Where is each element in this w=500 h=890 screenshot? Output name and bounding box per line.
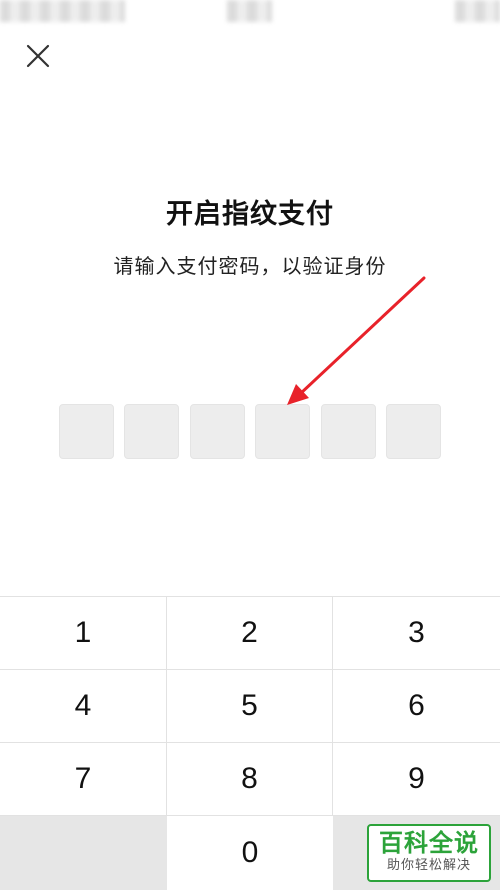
key-0[interactable]: 0 (167, 816, 333, 890)
close-button[interactable] (22, 40, 54, 72)
pin-digit-box[interactable] (255, 404, 310, 459)
key-label: 5 (241, 689, 258, 722)
key-2[interactable]: 2 (167, 597, 333, 670)
key-label: 4 (74, 689, 92, 722)
key-label: 3 (408, 616, 425, 649)
key-4[interactable]: 4 (0, 670, 167, 743)
key-6[interactable]: 6 (333, 670, 500, 743)
watermark-main-text: 百科全说 (379, 829, 479, 857)
pin-digit-box[interactable] (59, 404, 114, 459)
key-1[interactable]: 1 (0, 597, 167, 670)
pin-digit-box[interactable] (386, 404, 441, 459)
key-label: 2 (241, 616, 258, 649)
key-label: 7 (74, 762, 92, 795)
key-label: 1 (74, 616, 92, 649)
key-label: 8 (241, 762, 258, 795)
status-bar-blur-left (0, 0, 125, 22)
key-5[interactable]: 5 (167, 670, 333, 743)
key-label: 6 (408, 689, 425, 722)
status-bar-blur-center (227, 0, 272, 22)
page-subtitle: 请输入支付密码，以验证身份 (113, 254, 387, 278)
page-title: 开启指纹支付 (166, 199, 334, 230)
key-9[interactable]: 9 (333, 743, 500, 816)
pin-digit-box[interactable] (321, 404, 376, 459)
watermark-sub-text: 助你轻松解决 (386, 858, 471, 873)
status-bar-blur-right (455, 0, 500, 22)
key-8[interactable]: 8 (167, 743, 333, 816)
close-icon (26, 44, 50, 68)
pin-digit-box[interactable] (124, 404, 179, 459)
watermark-logo: 百科全说 助你轻松解决 (367, 824, 491, 882)
key-7[interactable]: 7 (0, 743, 167, 816)
key-label: 9 (408, 762, 425, 795)
key-blank (0, 816, 167, 890)
pin-digit-box[interactable] (190, 404, 245, 459)
key-label: 0 (241, 836, 259, 869)
key-3[interactable]: 3 (333, 597, 500, 670)
status-bar (0, 0, 500, 26)
